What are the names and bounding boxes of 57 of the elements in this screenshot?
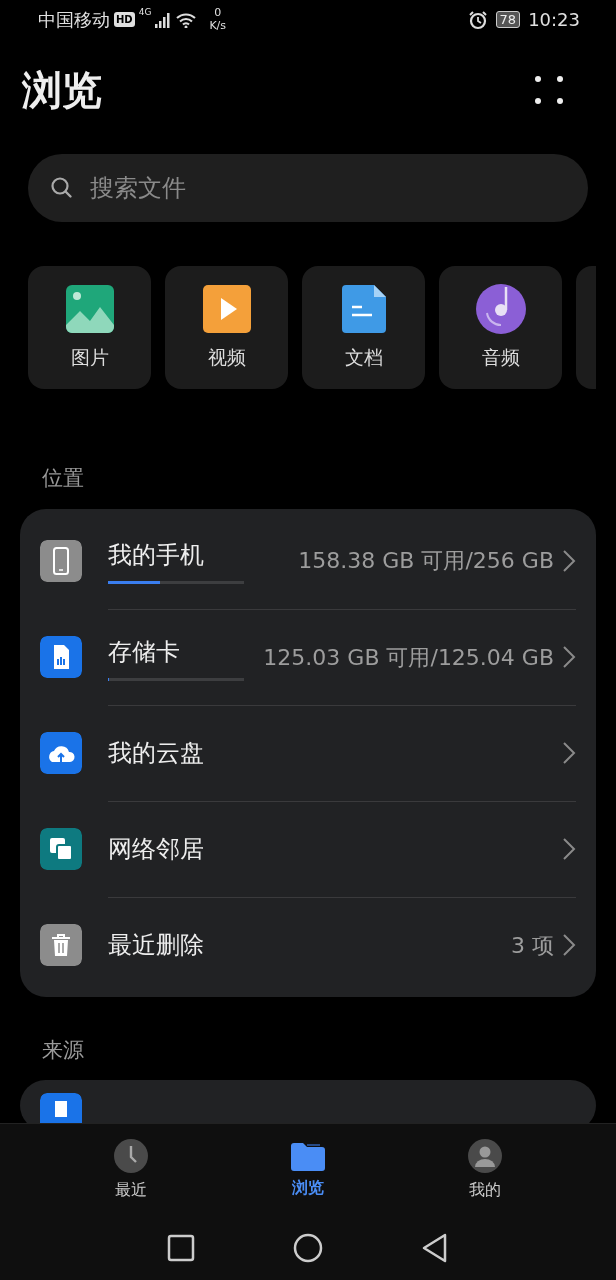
location-row[interactable]: 网络邻居 bbox=[40, 800, 576, 897]
location-name: 存储卡 bbox=[108, 636, 181, 668]
chevron-right-icon bbox=[562, 548, 576, 573]
image-icon bbox=[63, 283, 116, 336]
category-tile[interactable]: 视频 bbox=[165, 266, 288, 389]
battery-level: 78 bbox=[495, 10, 521, 29]
sd-card-icon bbox=[40, 635, 82, 678]
folder-icon bbox=[290, 1140, 326, 1172]
carrier-name: 中国移动 bbox=[38, 8, 110, 32]
chevron-right-icon bbox=[562, 645, 576, 669]
section-title: 来源 bbox=[42, 1036, 85, 1064]
speed-unit: K/s bbox=[209, 19, 227, 32]
location-detail: 125.03 GB 可用/125.04 GB bbox=[263, 643, 554, 672]
bottom-tab[interactable]: 最近 bbox=[70, 1124, 191, 1216]
clock-icon bbox=[112, 1138, 149, 1174]
location-name: 网络邻居 bbox=[108, 834, 204, 865]
location-row[interactable]: 最近删除 3 项 bbox=[40, 896, 576, 993]
profile-icon bbox=[467, 1138, 504, 1174]
download-icon bbox=[40, 1092, 82, 1123]
speed-value: 0 bbox=[213, 7, 223, 20]
search-field[interactable]: 搜索文件 bbox=[28, 154, 588, 222]
network-type: 4G bbox=[138, 6, 152, 19]
category-tile[interactable]: 图片 bbox=[28, 266, 151, 389]
back-button[interactable] bbox=[421, 1233, 449, 1263]
chevron-right-icon bbox=[562, 741, 576, 765]
location-name: 我的云盘 bbox=[108, 738, 204, 769]
location-name: 最近删除 bbox=[108, 930, 204, 961]
category-tile[interactable]: 文档 bbox=[302, 266, 425, 389]
location-row[interactable]: 我的手机 158.38 GB 可用/256 GB bbox=[40, 512, 576, 609]
phone-icon bbox=[40, 539, 82, 582]
cloud-icon bbox=[40, 731, 82, 774]
signal-icon bbox=[155, 11, 172, 28]
location-row[interactable]: 我的云盘 bbox=[40, 704, 576, 801]
bottom-tab[interactable]: 我的 bbox=[425, 1124, 546, 1216]
category-tile[interactable]: 音频 bbox=[439, 266, 562, 389]
location-name: 我的手机 bbox=[108, 540, 205, 571]
recents-button[interactable] bbox=[167, 1234, 195, 1262]
chevron-right-icon bbox=[562, 837, 576, 861]
more-icon bbox=[534, 75, 564, 105]
music-disc-icon bbox=[474, 283, 527, 336]
alarm-icon bbox=[467, 9, 488, 30]
bottom-tab[interactable]: 浏览 bbox=[248, 1124, 368, 1216]
more-menu-button[interactable] bbox=[534, 75, 564, 105]
location-row[interactable]: 存储卡 125.03 GB 可用/125.04 GB bbox=[40, 608, 576, 705]
wifi-icon bbox=[175, 11, 198, 28]
page-title: 浏览 bbox=[21, 66, 102, 115]
search-icon bbox=[50, 176, 74, 200]
chevron-right-icon bbox=[562, 933, 576, 957]
clock-time: 10:23 bbox=[528, 8, 580, 32]
location-detail: 158.38 GB 可用/256 GB bbox=[298, 547, 554, 575]
location-detail: 3 项 bbox=[511, 931, 554, 960]
home-button[interactable] bbox=[293, 1233, 323, 1263]
overlapping-squares-icon bbox=[40, 827, 82, 870]
trash-icon bbox=[40, 923, 82, 966]
hd-badge: HD bbox=[114, 12, 135, 27]
play-icon bbox=[200, 283, 253, 336]
section-title: 位置 bbox=[42, 465, 85, 492]
